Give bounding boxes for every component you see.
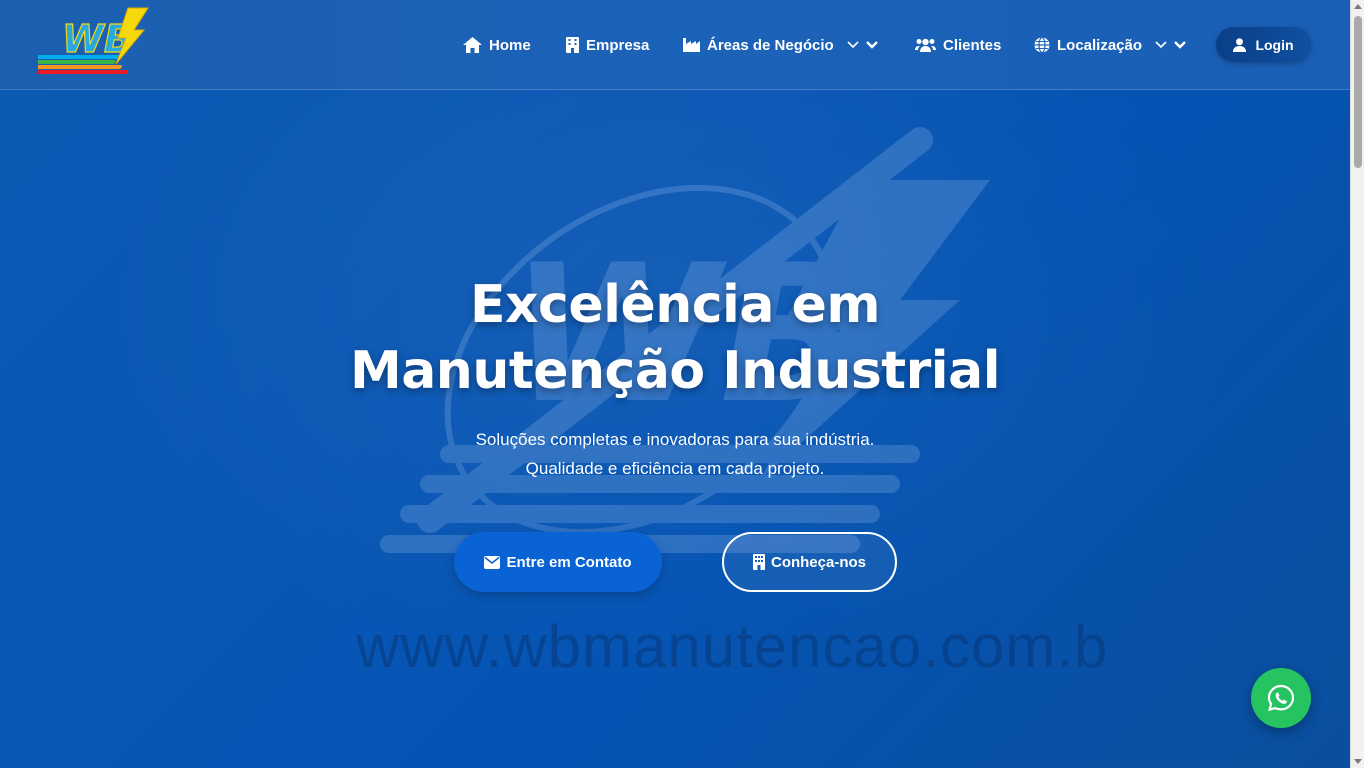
building-icon bbox=[566, 37, 579, 53]
users-icon bbox=[915, 38, 936, 52]
user-icon bbox=[1233, 37, 1247, 52]
subtitle-line-1: Soluções completas e inovadoras para sua… bbox=[475, 430, 875, 449]
whatsapp-icon bbox=[1267, 684, 1295, 712]
login-button-label: Login bbox=[1255, 36, 1294, 53]
contact-button-label: Entre em Contato bbox=[506, 553, 632, 571]
chevron-down-icon bbox=[1174, 41, 1186, 49]
chevron-down-icon bbox=[847, 41, 859, 49]
nav-item-empresa[interactable]: Empresa bbox=[566, 33, 649, 57]
home-icon bbox=[463, 37, 482, 53]
globe-icon bbox=[1034, 37, 1050, 53]
page-scrollbar[interactable] bbox=[1350, 0, 1364, 768]
about-button[interactable]: Conheça-nos bbox=[722, 532, 897, 592]
headline-line-2: Manutenção Industrial bbox=[349, 341, 1001, 401]
brand-logo[interactable]: WB bbox=[38, 6, 150, 80]
scroll-up-arrow-icon[interactable] bbox=[1354, 3, 1362, 11]
about-button-label: Conheça-nos bbox=[770, 553, 866, 571]
nav-item-areas-de-negocio[interactable]: Áreas de Negócio bbox=[683, 33, 878, 57]
contact-button[interactable]: Entre em Contato bbox=[454, 532, 662, 592]
whatsapp-button[interactable] bbox=[1251, 668, 1311, 728]
industry-icon bbox=[683, 38, 700, 52]
scroll-down-arrow-icon[interactable] bbox=[1354, 757, 1362, 765]
chevron-down-icon bbox=[865, 41, 878, 49]
nav-label-localizacao: Localização bbox=[1057, 36, 1143, 54]
nav-label-areas-de-negocio: Áreas de Negócio bbox=[707, 36, 834, 54]
envelope-icon bbox=[484, 555, 501, 569]
hero-section: WB www.wbmanutencao.com.b Excelência em … bbox=[0, 0, 1350, 768]
nav-item-home[interactable]: Home bbox=[463, 33, 531, 57]
login-button[interactable]: Login bbox=[1216, 27, 1311, 62]
nav-label-home: Home bbox=[489, 36, 531, 54]
scrollbar-thumb[interactable] bbox=[1354, 16, 1362, 168]
subtitle-line-2: Qualidade e eficiência em cada projeto. bbox=[525, 459, 825, 478]
nav-item-clientes[interactable]: Clientes bbox=[915, 33, 1001, 57]
headline-line-1: Excelência em bbox=[469, 275, 881, 335]
building-icon bbox=[752, 554, 765, 570]
hero-subtitle: Soluções completas e inovadoras para sua… bbox=[300, 425, 1050, 483]
chevron-down-icon bbox=[1155, 41, 1167, 49]
nav-label-empresa: Empresa bbox=[586, 36, 650, 54]
hero-headline: Excelência em Manutenção Industrial bbox=[300, 272, 1050, 404]
nav-label-clientes: Clientes bbox=[943, 36, 1002, 54]
nav-item-localizacao[interactable]: Localização bbox=[1034, 33, 1186, 57]
navbar: WB Home Empresa Áreas de Negócio Cliente… bbox=[0, 0, 1350, 90]
watermark-url: www.wbmanutencao.com.b bbox=[356, 613, 1109, 680]
